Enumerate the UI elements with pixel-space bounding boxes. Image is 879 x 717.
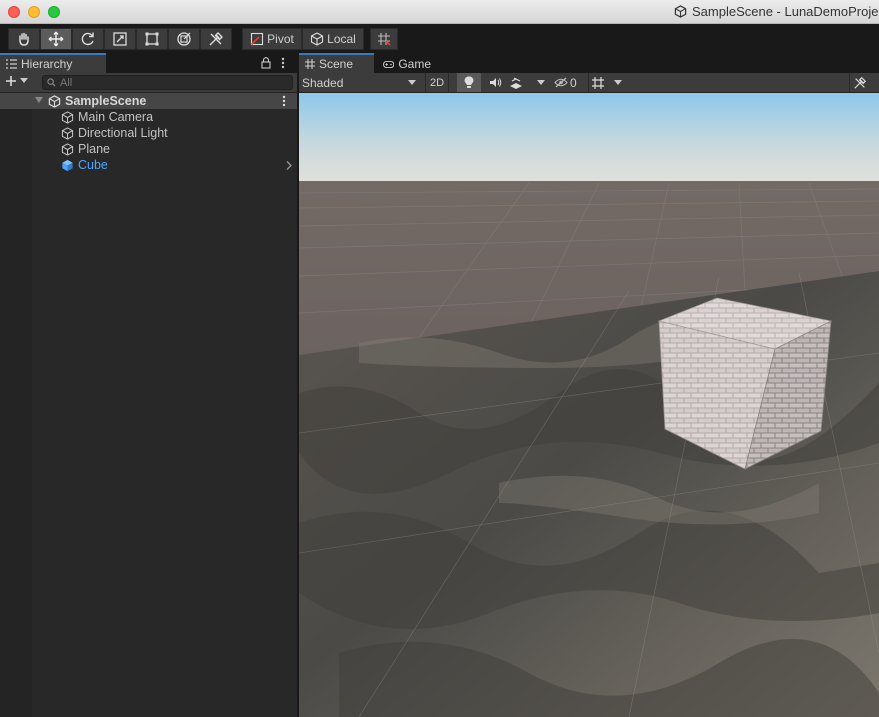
hierarchy-item-directional-light[interactable]: Directional Light xyxy=(0,125,297,141)
snap-group xyxy=(370,28,398,50)
rect-icon xyxy=(145,32,159,46)
hierarchy-item-plane[interactable]: Plane xyxy=(0,141,297,157)
minimize-window-button[interactable] xyxy=(28,6,40,18)
search-icon xyxy=(47,78,56,87)
lightbulb-icon xyxy=(464,76,474,88)
unity-scene-icon xyxy=(48,95,61,108)
scene-viewport[interactable] xyxy=(299,93,879,717)
chevron-down-icon xyxy=(537,80,545,85)
tab-hierarchy[interactable]: Hierarchy xyxy=(0,53,106,73)
gameobject-icon xyxy=(61,111,74,124)
transform-tool-button[interactable] xyxy=(168,28,200,50)
scene-tools-button[interactable] xyxy=(849,73,869,92)
pivot-toggles: Pivot Local xyxy=(242,28,364,50)
draw-mode-dropdown[interactable]: Shaded xyxy=(302,73,416,92)
scene-toolbar: Shaded 2D 0 xyxy=(299,73,879,93)
hierarchy-gutter xyxy=(0,93,32,717)
grid-dropdown[interactable] xyxy=(588,73,624,92)
list-icon xyxy=(6,59,17,69)
local-cube-icon xyxy=(311,32,324,46)
grid-icon xyxy=(592,76,604,89)
local-toggle-button[interactable]: Local xyxy=(302,28,364,50)
gameobject-icon xyxy=(61,127,74,140)
main-toolbar: Pivot Local xyxy=(0,24,879,53)
hierarchy-panel: Hierarchy All SampleScene Main Camera Di… xyxy=(0,53,297,717)
chevron-down-icon xyxy=(408,80,416,85)
grid-snap-icon xyxy=(378,33,391,46)
transform-tools xyxy=(8,28,232,50)
scene-tabbar: Scene Game xyxy=(299,53,879,73)
hidden-objects-toggle[interactable]: 0 xyxy=(554,73,584,92)
hierarchy-tabbar: Hierarchy xyxy=(0,53,297,73)
unity-logo-icon xyxy=(674,5,687,18)
transform-icon xyxy=(177,32,191,46)
toggle-2d-button[interactable]: 2D xyxy=(425,73,449,92)
eye-hidden-icon xyxy=(554,77,568,88)
tab-scene[interactable]: Scene xyxy=(299,53,374,73)
hierarchy-tree: SampleScene Main Camera Directional Ligh… xyxy=(0,93,297,173)
hierarchy-item-main-camera[interactable]: Main Camera xyxy=(0,109,297,125)
hierarchy-search[interactable]: All xyxy=(42,75,293,90)
gamepad-icon xyxy=(383,60,395,68)
hand-icon xyxy=(19,32,29,46)
audio-toggle-button[interactable] xyxy=(484,73,506,92)
more-options-icon[interactable] xyxy=(281,57,285,69)
scene-panel: Scene Game Shaded 2D 0 xyxy=(299,53,879,717)
scene-render xyxy=(299,93,879,717)
window-title: SampleScene - LunaDemoProje xyxy=(674,4,879,19)
custom-tool-icon xyxy=(853,76,866,89)
lighting-toggle-button[interactable] xyxy=(457,73,481,92)
custom-tool-button[interactable] xyxy=(200,28,232,50)
move-tool-button[interactable] xyxy=(40,28,72,50)
maximize-window-button[interactable] xyxy=(48,6,60,18)
search-placeholder: All xyxy=(60,76,73,89)
custom-tool-icon xyxy=(209,32,223,46)
title-bar: SampleScene - LunaDemoProje xyxy=(0,0,879,24)
plus-icon xyxy=(6,76,16,86)
rotate-tool-button[interactable] xyxy=(72,28,104,50)
scene-row[interactable]: SampleScene xyxy=(0,93,297,109)
rotate-icon xyxy=(81,32,94,46)
cube-prefab-icon xyxy=(62,159,73,172)
grid-snap-button[interactable] xyxy=(370,28,398,50)
chevron-down-icon xyxy=(20,78,28,83)
chevron-right-icon[interactable] xyxy=(286,161,292,170)
scale-icon xyxy=(113,32,127,46)
gameobject-icon xyxy=(61,143,74,156)
scene-name: SampleScene xyxy=(65,94,147,108)
lock-icon[interactable] xyxy=(261,57,271,69)
close-window-button[interactable] xyxy=(8,6,20,18)
pivot-toggle-button[interactable]: Pivot xyxy=(242,28,302,50)
collapse-arrow-icon[interactable] xyxy=(35,97,43,104)
create-dropdown[interactable] xyxy=(5,75,28,87)
scene-options-icon[interactable] xyxy=(282,95,286,107)
pivot-icon xyxy=(251,32,264,46)
hash-icon xyxy=(305,59,315,69)
speaker-icon xyxy=(489,78,501,87)
effects-icon xyxy=(510,76,522,89)
hidden-count: 0 xyxy=(570,75,577,90)
hierarchy-toolbar: All xyxy=(0,73,297,93)
effects-dropdown[interactable] xyxy=(509,73,545,92)
scale-tool-button[interactable] xyxy=(104,28,136,50)
rect-tool-button[interactable] xyxy=(136,28,168,50)
move-icon xyxy=(48,31,64,47)
hand-tool-button[interactable] xyxy=(8,28,40,50)
tab-game[interactable]: Game xyxy=(377,53,437,73)
chevron-down-icon xyxy=(614,80,622,85)
hierarchy-item-cube[interactable]: Cube xyxy=(0,157,297,173)
